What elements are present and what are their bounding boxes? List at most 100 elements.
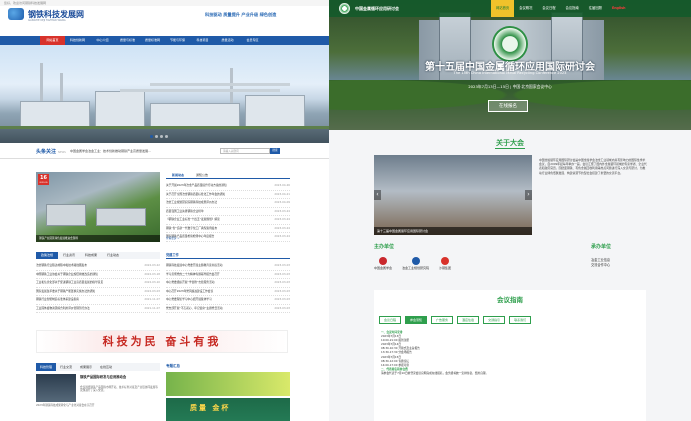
next-arrow-icon[interactable]: › bbox=[525, 190, 532, 200]
host-logos: 中国金属学会 冶金工业规划研究院 沙钢集团 bbox=[374, 257, 451, 270]
nav-item[interactable]: 质量与标准 bbox=[115, 36, 140, 45]
nav-item[interactable]: 质量标准网 bbox=[140, 36, 165, 45]
menu-schedule[interactable]: 会议日程 bbox=[537, 0, 560, 17]
list-item[interactable]: 中国钢铁工业协会关于钢铁企业超低排放改造的通知 2022-03-18 bbox=[36, 271, 160, 279]
promo-banner-text: 科技为民 奋斗有我 bbox=[102, 335, 222, 348]
search-button[interactable]: 搜索 bbox=[270, 148, 280, 154]
party-section-title[interactable]: 党建工作 bbox=[166, 252, 290, 259]
site-logo-icon[interactable] bbox=[8, 8, 24, 20]
conference-menu: 网站首页 会议概况 会议日程 会议指南 往届回顾 English bbox=[491, 0, 630, 17]
steel-site-page: 您好，欢迎访问钢铁科技发展网 钢铁科技发展网 GANGTIE KEJI FAZH… bbox=[0, 0, 329, 421]
host-title: 主办单位 bbox=[374, 244, 395, 250]
headline-link[interactable]: 中国金属学会冶金工业：技术创新推动钢铁产业高质量发展… bbox=[70, 149, 200, 153]
host-logo[interactable]: 沙钢集团 bbox=[439, 257, 451, 270]
guide-title: 会议指南 bbox=[497, 296, 523, 304]
prev-arrow-icon[interactable]: ‹ bbox=[374, 190, 381, 200]
conference-date: 2023年7月13日—15日 | 中国·北京国家会议中心 bbox=[468, 84, 552, 89]
menu-english[interactable]: English bbox=[607, 0, 631, 17]
list-item[interactable]: 国家钢铁产品质量检验检测中心年度报告 2023-03-24 bbox=[166, 233, 290, 242]
article-title[interactable]: 钢铁产品国际研发与应用推动会 bbox=[80, 375, 160, 380]
tab-interaction[interactable]: 在线互动 bbox=[96, 363, 116, 371]
nav-item[interactable]: 质量活动 bbox=[215, 36, 240, 45]
gallery-title[interactable]: 专题汇总 bbox=[166, 364, 180, 369]
featured-news-photo[interactable]: 16 2023-05 钢铁产业园区绿色发展推进会现场 bbox=[36, 172, 160, 242]
guide-tab[interactable]: 交通指引 bbox=[483, 316, 506, 324]
guide-tab[interactable]: 广告服务 bbox=[431, 316, 454, 324]
news-tabs: 新闻动态 通知公告 bbox=[166, 172, 290, 179]
menu-overview[interactable]: 会议概况 bbox=[514, 0, 537, 17]
host-logo[interactable]: 中国金属学会 bbox=[374, 257, 392, 270]
tab-results[interactable]: 科技成果 bbox=[80, 252, 102, 259]
news-list: 关于开展2023年冶金产品质量提升行动方案的通知 2023-04-26 关于召开全… bbox=[166, 182, 290, 242]
conference-logo-icon[interactable] bbox=[339, 3, 350, 14]
conference-subtitle: The 15th China International Metal Recyc… bbox=[453, 71, 567, 75]
list-item[interactable]: 工业固体废物资源综合利用评价管理暂行办法 2021-11-07 bbox=[36, 305, 160, 313]
list-item[interactable]: 钢铁“智”造新一代数字化工厂典型案例发布 2023-03-24 bbox=[166, 225, 290, 233]
more-link[interactable]: 查看更多 > bbox=[166, 236, 179, 240]
list-item[interactable]: 《钢铁企业工业标准“十四五”发展规划》解读 2023-03-24 bbox=[166, 216, 290, 225]
list-item[interactable]: 党支部开展“不忘初心、牢记使命”主题党日活动 2023-03-03 bbox=[166, 305, 290, 313]
list-item[interactable]: 钢铁行业智能制造标准体系建设指南 2021-11-07 bbox=[36, 296, 160, 305]
photo-date-badge: 16 2023-05 bbox=[38, 174, 49, 185]
about-title: 关于大会 bbox=[496, 139, 524, 147]
guide-tab[interactable]: 会议日程 bbox=[379, 316, 402, 324]
list-item[interactable]: 冶金工业规划研究院钢铁科技成果评价办法 2023-04-09 bbox=[166, 199, 290, 208]
tab-notices[interactable]: 通知公告 bbox=[190, 172, 214, 178]
tab-news[interactable]: 新闻动态 bbox=[166, 172, 190, 178]
gallery-image[interactable] bbox=[166, 372, 290, 396]
hero-slider-dots[interactable] bbox=[150, 135, 168, 138]
tab-policy[interactable]: 政策法规 bbox=[36, 252, 59, 259]
tab-industry[interactable]: 行业资讯 bbox=[58, 252, 80, 259]
register-button[interactable]: 在线报名 bbox=[488, 100, 528, 112]
list-item[interactable]: 国家发展改革委关于钢铁产能置换实施办法的通知 2022-03-03 bbox=[36, 288, 160, 296]
guide-tab[interactable]: 参会须知 bbox=[405, 316, 428, 324]
site-slogan: 科技驱动 质量提升 产业升级 绿色创造 bbox=[205, 12, 277, 17]
list-item[interactable]: 冶金钢铁行业碳达峰碳中和技术路线图发布 2022-03-22 bbox=[36, 262, 160, 271]
nav-item[interactable]: 科技项目 bbox=[190, 36, 215, 45]
list-item[interactable]: 中心召开2023年党风廉政建设工作会议 2023-03-03 bbox=[166, 288, 290, 296]
article-summary: 会议围绕钢铁产品国际市场开拓、技术标准对接及产业链协同发展等议题进行了深入交流。 bbox=[80, 386, 158, 393]
list-item[interactable]: 关于开展2023年冶金产品质量提升行动方案的通知 2023-04-26 bbox=[166, 182, 290, 191]
conference-site-page: 中国金属循环应用研讨会 网站首页 会议概况 会议日程 会议指南 往届回顾 Eng… bbox=[329, 0, 691, 421]
list-item[interactable]: 工业和信息化部关于促进钢铁工业高质量发展的指导意见 2022-03-10 bbox=[36, 279, 160, 288]
about-divider bbox=[495, 148, 525, 149]
tab-showcase[interactable]: 成果展示 bbox=[76, 363, 96, 371]
menu-guide[interactable]: 会议指南 bbox=[561, 0, 584, 17]
guide-tabs: 会议日程 参会须知 广告服务 酒店住宿 交通指引 联系我们 bbox=[379, 316, 532, 324]
nav-item[interactable]: 会员专区 bbox=[240, 36, 265, 45]
conference-photo[interactable]: 第十三届中国金属循环应用国际研讨会 bbox=[374, 155, 532, 235]
tab-trends[interactable]: 行业动态 bbox=[102, 252, 124, 259]
conference-brand[interactable]: 中国金属循环应用研讨会 bbox=[355, 6, 399, 12]
about-text: 中国金属循环应用国际研讨会是中国金属学会冶金工业领域内具有影响力的国际性学术会议… bbox=[539, 158, 647, 175]
cohost-name: 冶金工业信息 交流合作中心 bbox=[591, 258, 611, 267]
nav-item[interactable]: 中心介绍 bbox=[90, 36, 115, 45]
guide-content: 一、会议时间安排 2023年7月13日 10:00-21:00 报到注册 202… bbox=[381, 330, 641, 375]
guide-tab[interactable]: 酒店住宿 bbox=[457, 316, 480, 324]
tab-tech-mgmt[interactable]: 科技管理 bbox=[36, 363, 57, 371]
list-item[interactable]: 关于召开全国冶金钢铁质量标准化工作年会的通知 2023-04-21 bbox=[166, 191, 290, 199]
conference-photo-caption: 第十三届中国金属循环应用国际研讨会 bbox=[374, 227, 532, 235]
hero-banner-image[interactable] bbox=[0, 45, 329, 143]
list-item[interactable]: 钢铁科技发展中心党委开展主题教育读书班活动 2023-03-03 bbox=[166, 262, 290, 271]
nav-item-home[interactable]: 网站首页 bbox=[40, 36, 65, 45]
list-item[interactable]: 中心党委理论学习中心组开展集体学习 2023-03-03 bbox=[166, 296, 290, 305]
search-input[interactable]: 请输入关键词 bbox=[220, 148, 270, 154]
guide-tab[interactable]: 联系我们 bbox=[509, 316, 532, 324]
guide-line: 请参会代表于7月10日前登录会议官网完成在线报名，会务组将统一安排住宿，费用自理… bbox=[381, 370, 489, 375]
article-footnote[interactable]: 2023年钢铁科技成果转化与产业化对接会在京召开 bbox=[36, 404, 160, 408]
article-thumbnail[interactable] bbox=[36, 374, 76, 402]
headline-label: 头条关注 NEWS bbox=[36, 149, 66, 155]
nav-item[interactable]: 科技创新网 bbox=[65, 36, 90, 45]
nav-item[interactable]: 节能与环保 bbox=[165, 36, 190, 45]
list-item[interactable]: 中心党委组织开展“学雷锋”志愿服务活动 2023-03-03 bbox=[166, 279, 290, 288]
menu-home[interactable]: 网站首页 bbox=[491, 0, 515, 17]
list-item[interactable]: 学习贯彻党的二十大精神专题辅导报告会召开 2023-03-03 bbox=[166, 271, 290, 279]
host-logo[interactable]: 冶金工业规划研究院 bbox=[402, 257, 429, 270]
gallery-text: 质量 金杯 bbox=[190, 404, 231, 412]
cohost-title: 承办单位 bbox=[591, 244, 612, 250]
photo-caption: 钢铁产业园区绿色发展推进会现场 bbox=[36, 235, 160, 242]
list-item[interactable]: 质量强国工业先锋钢铁企业榜单 2023-03-24 bbox=[166, 208, 290, 216]
policy-list: 冶金钢铁行业碳达峰碳中和技术路线图发布 2022-03-22 中国钢铁工业协会关于… bbox=[36, 262, 160, 313]
tab-exchange[interactable]: 行业交流 bbox=[56, 363, 76, 371]
menu-review[interactable]: 往届回顾 bbox=[584, 0, 607, 17]
